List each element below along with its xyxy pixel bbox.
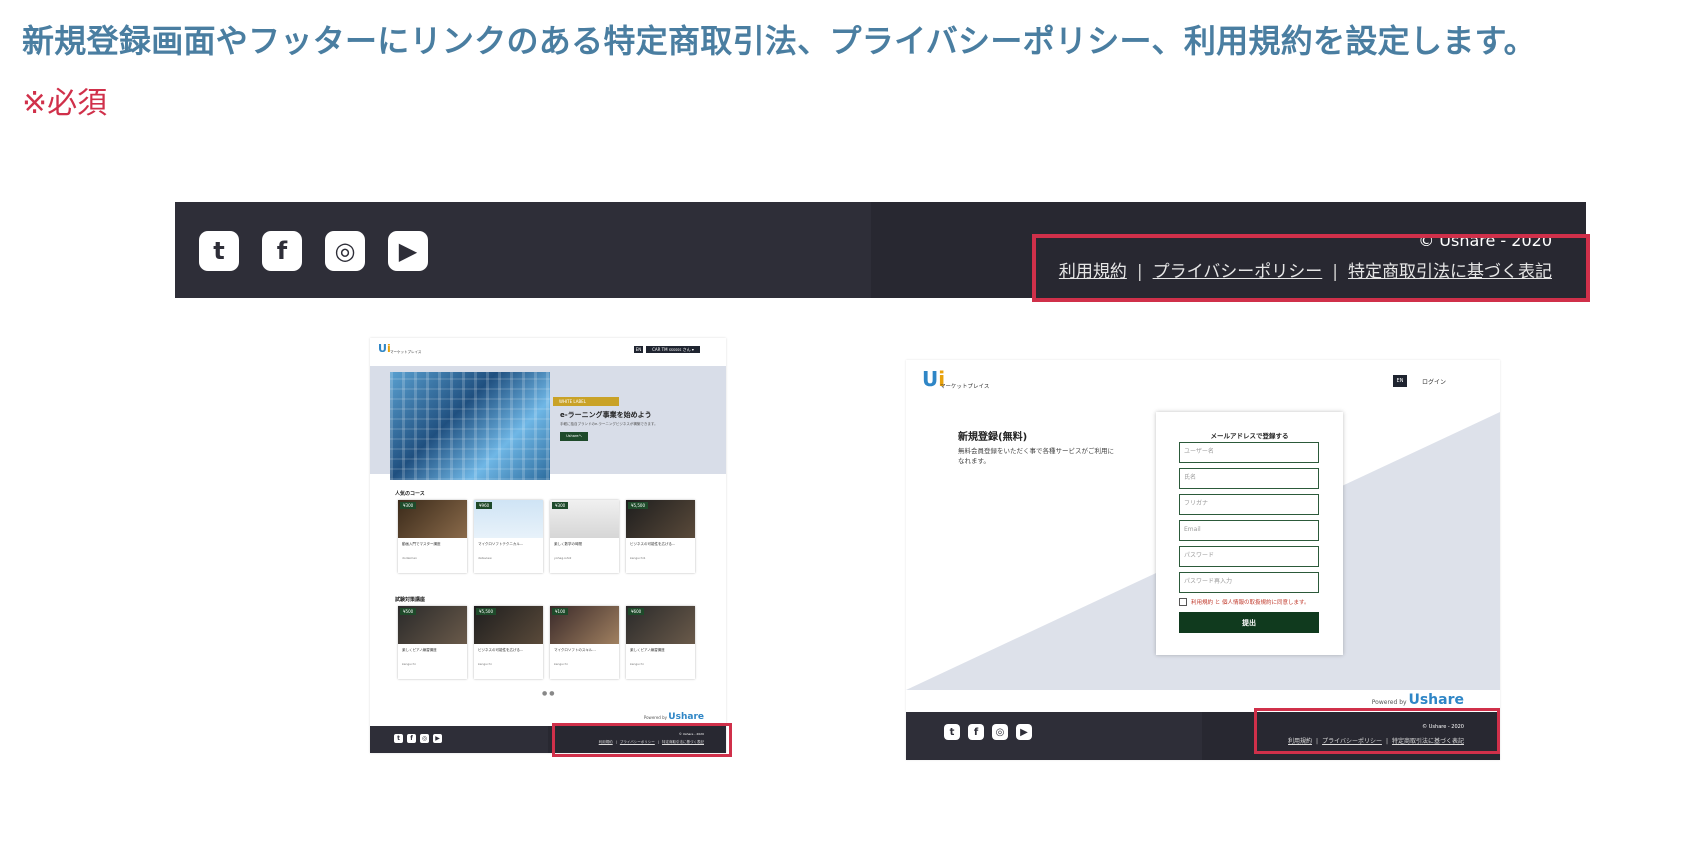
instagram-icon[interactable]: ◎ xyxy=(420,734,429,743)
youtube-icon[interactable]: ▶ xyxy=(388,231,428,271)
furigana-field[interactable]: フリガナ xyxy=(1179,494,1319,515)
carousel-dots[interactable]: ●● xyxy=(542,690,556,697)
register-form: メールアドレスで登録する ユーザー名 氏名 フリガナ Email パスワード パ… xyxy=(1156,412,1343,655)
required-note: ※必須 xyxy=(22,86,108,121)
facebook-icon[interactable]: f xyxy=(262,231,302,271)
username-field[interactable]: ユーザー名 xyxy=(1179,442,1319,463)
submit-button[interactable]: 提出 xyxy=(1179,612,1319,633)
instagram-icon[interactable]: ◎ xyxy=(325,231,365,271)
ushare-logo: Ui xyxy=(378,342,391,355)
highlight-box-top-page xyxy=(552,723,732,757)
agree-checkbox[interactable]: 利用規約 と 個人情報の取扱規約に同意します。 xyxy=(1179,598,1309,606)
password-confirm-field[interactable]: パスワード再入力 xyxy=(1179,572,1319,593)
powered-by: Powered by Ushare xyxy=(1371,692,1464,708)
instagram-icon[interactable]: ◎ xyxy=(992,724,1008,740)
twitter-icon[interactable]: t xyxy=(394,734,403,743)
login-link[interactable]: ログイン xyxy=(1422,377,1446,386)
course-card[interactable]: ¥5,500 ビジネスの可能性を広げる... kenguchi1 xyxy=(626,500,695,573)
course-card[interactable]: ¥300 楽しく数学の時間 yohag-ishi2 xyxy=(550,500,619,573)
course-card[interactable]: ¥960 マイクロソフトテクニカル... dataview xyxy=(474,500,543,573)
highlight-box-register-page xyxy=(1254,708,1500,754)
course-card[interactable]: ¥500 楽しくピアノ練習講座 kenguchi xyxy=(398,606,467,679)
course-card[interactable]: ¥600 楽しくピアノ練習講座 kenguchi xyxy=(626,606,695,679)
register-page-screenshot: Ui マーケットプレイス EN ログイン 新規登録(無料) 無料会員登録をいただ… xyxy=(906,360,1500,760)
top-page-screenshot: Ui マーケットプレイス EN CAR TM ssssss さん ▾ WHITE… xyxy=(370,338,726,753)
powered-by: Powered by Ushare xyxy=(643,712,704,722)
twitter-icon[interactable]: t xyxy=(944,724,960,740)
highlight-box-footer xyxy=(1032,234,1590,302)
page-heading: 新規登録画面やフッターにリンクのある特定商取引法、プライバシーポリシー、利用規約… xyxy=(22,22,1536,60)
email-field[interactable]: Email xyxy=(1179,520,1319,541)
hero-banner: WHITE LABEL e-ラーニング事業を始めよう 手軽に独自ブランドのe-ラ… xyxy=(370,366,726,480)
twitter-icon[interactable]: t xyxy=(199,231,239,271)
youtube-icon[interactable]: ▶ xyxy=(1016,724,1032,740)
user-menu[interactable]: CAR TM ssssss さん ▾ xyxy=(646,346,700,353)
name-field[interactable]: 氏名 xyxy=(1179,468,1319,489)
register-title: 新規登録(無料) xyxy=(958,432,1028,443)
course-card[interactable]: ¥5,500 ビジネスの可能性を広げる... kenguchi xyxy=(474,606,543,679)
course-card[interactable]: ¥300 動画入門でマスター講座 dodaiman xyxy=(398,500,467,573)
facebook-icon[interactable]: f xyxy=(407,734,416,743)
lang-button[interactable]: EN xyxy=(1393,375,1407,387)
youtube-icon[interactable]: ▶ xyxy=(433,734,442,743)
hero-image xyxy=(390,372,550,480)
lang-button[interactable]: EN xyxy=(634,346,643,353)
password-field[interactable]: パスワード xyxy=(1179,546,1319,567)
facebook-icon[interactable]: f xyxy=(968,724,984,740)
hero-cta-button[interactable]: Ushareへ xyxy=(560,432,588,441)
course-card[interactable]: ¥100 マイクロソフトのスキル... kenguchi xyxy=(550,606,619,679)
